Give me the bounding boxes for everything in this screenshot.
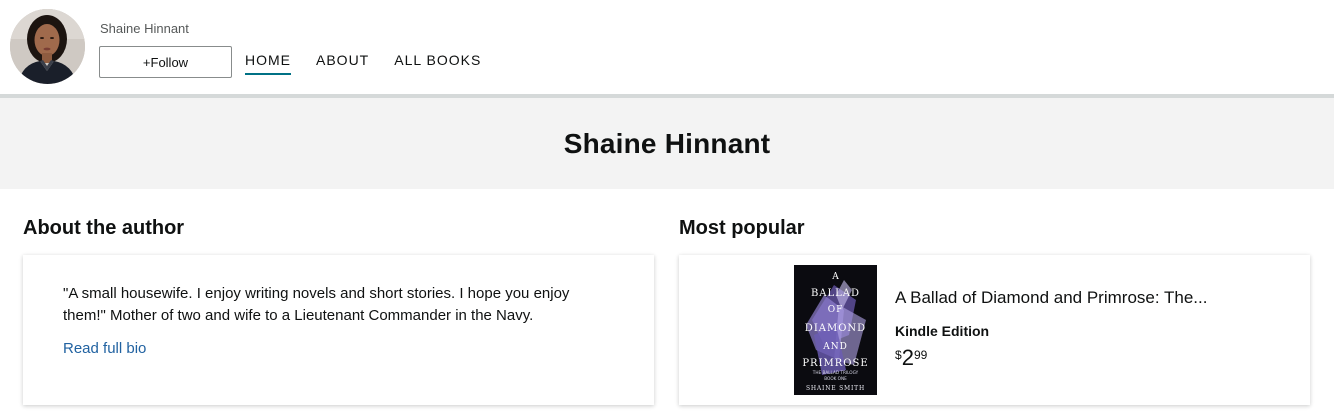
follow-button[interactable]: +Follow bbox=[99, 46, 232, 78]
price-fraction: 99 bbox=[913, 348, 928, 362]
header-author-name: Shaine Hinnant bbox=[100, 21, 189, 36]
price-whole: 2 bbox=[901, 345, 914, 370]
popular-heading: Most popular bbox=[679, 217, 805, 239]
tab-about[interactable]: ABOUT bbox=[316, 52, 369, 75]
author-header: Shaine Hinnant +Follow HOME ABOUT ALL BO… bbox=[0, 0, 1334, 94]
cover-author: SHAINE SMITH bbox=[806, 385, 865, 392]
cover-line-1: A bbox=[831, 272, 839, 282]
author-nav: HOME ABOUT ALL BOOKS bbox=[245, 52, 506, 75]
tab-home[interactable]: HOME bbox=[245, 52, 291, 75]
author-photo bbox=[10, 9, 85, 84]
tab-all-books[interactable]: ALL BOOKS bbox=[394, 52, 481, 75]
read-full-bio-link[interactable]: Read full bio bbox=[63, 340, 146, 357]
book-format: Kindle Edition bbox=[895, 323, 990, 339]
cover-subtitle-2: BOOK ONE bbox=[824, 376, 847, 381]
book-title-link[interactable]: A Ballad of Diamond and Primrose: The... bbox=[895, 288, 1207, 308]
cover-subtitle: THE BALLAD TRILOGY bbox=[812, 370, 859, 375]
cover-line-6: PRIMROSE bbox=[802, 358, 868, 369]
cover-line-3: OF bbox=[828, 305, 844, 315]
about-heading: About the author bbox=[23, 217, 185, 239]
author-banner: Shaine Hinnant bbox=[0, 98, 1334, 189]
book-cover[interactable]: A BALLAD OF DIAMOND AND PRIMROSE THE BAL… bbox=[794, 265, 877, 395]
book-price: $ 2 99 bbox=[895, 345, 927, 371]
author-avatar[interactable] bbox=[10, 9, 85, 84]
about-card: "A small housewife. I enjoy writing nove… bbox=[23, 255, 654, 405]
price-symbol: $ bbox=[895, 348, 902, 362]
bio-text: "A small housewife. I enjoy writing nove… bbox=[63, 285, 570, 324]
book-cover-art: A BALLAD OF DIAMOND AND PRIMROSE THE BAL… bbox=[794, 265, 877, 395]
cover-line-5: AND bbox=[822, 342, 848, 352]
cover-line-2: BALLAD bbox=[811, 288, 860, 299]
cover-line-4: DIAMOND bbox=[805, 323, 866, 334]
popular-card: A BALLAD OF DIAMOND AND PRIMROSE THE BAL… bbox=[679, 255, 1310, 405]
page-title: Shaine Hinnant bbox=[563, 127, 771, 159]
